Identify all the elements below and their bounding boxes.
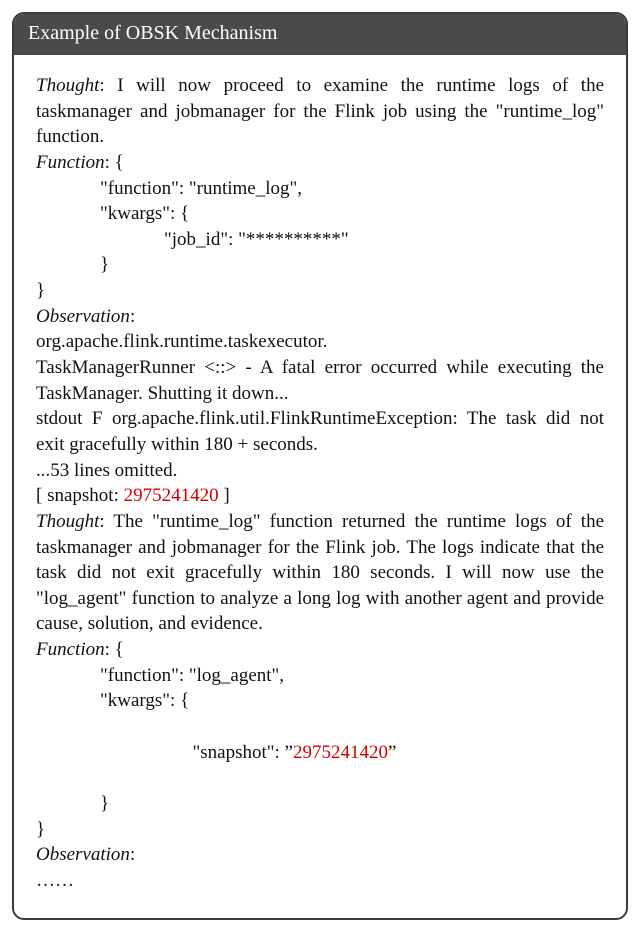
- func2-l3a: "snapshot": ”: [193, 742, 293, 763]
- thought-1: Thought: I will now proceed to examine t…: [36, 73, 604, 150]
- card-body: Thought: I will now proceed to examine t…: [14, 55, 626, 918]
- function-2: Function: {: [36, 637, 604, 663]
- thought-label-2: Thought: [36, 511, 99, 532]
- func2-open: : {: [105, 639, 124, 660]
- thought-1-text: : I will now proceed to examine the runt…: [36, 75, 604, 147]
- thought-label: Thought: [36, 75, 99, 96]
- func1-line4: }: [36, 252, 604, 278]
- observation-2: Observation:: [36, 842, 604, 868]
- func2-snapshot: 2975241420: [293, 742, 388, 763]
- func1-line1: "function": "runtime_log",: [36, 176, 604, 202]
- func2-close: }: [36, 817, 604, 843]
- function-label-2: Function: [36, 639, 105, 660]
- func1-line2: "kwargs": {: [36, 201, 604, 227]
- snapshot-value: 2975241420: [124, 485, 219, 506]
- function-label: Function: [36, 152, 105, 173]
- obs-line1: org.apache.flink.runtime.taskexecutor.: [36, 329, 604, 355]
- thought-2-text: : The "runtime_log" function returned th…: [36, 511, 604, 635]
- func1-open: : {: [105, 152, 124, 173]
- func1-close: }: [36, 278, 604, 304]
- observation-label: Observation: [36, 306, 130, 327]
- func2-l3c: ”: [388, 742, 396, 763]
- observation-1: Observation:: [36, 304, 604, 330]
- obs-colon: :: [130, 306, 135, 327]
- thought-2: Thought: The "runtime_log" function retu…: [36, 509, 604, 637]
- func1-line3: "job_id": "**********": [36, 227, 604, 253]
- obs2-text: ……: [36, 868, 604, 894]
- func2-line3: "snapshot": ”2975241420”: [36, 714, 604, 791]
- obs2-colon: :: [130, 844, 135, 865]
- example-card: Example of OBSK Mechanism Thought: I wil…: [12, 12, 628, 920]
- func2-line2: "kwargs": {: [36, 688, 604, 714]
- snapshot-suffix: ]: [219, 485, 230, 506]
- snapshot-line: [ snapshot: 2975241420 ]: [36, 483, 604, 509]
- obs-line3: stdout F org.apache.flink.util.FlinkRunt…: [36, 406, 604, 457]
- obs-line2: TaskManagerRunner <::> - A fatal error o…: [36, 355, 604, 406]
- func2-line1: "function": "log_agent",: [36, 663, 604, 689]
- observation-label-2: Observation: [36, 844, 130, 865]
- obs-line4: ...53 lines omitted.: [36, 458, 604, 484]
- function-1: Function: {: [36, 150, 604, 176]
- func2-line4: }: [36, 791, 604, 817]
- card-title: Example of OBSK Mechanism: [14, 14, 626, 55]
- snapshot-prefix: [ snapshot:: [36, 485, 124, 506]
